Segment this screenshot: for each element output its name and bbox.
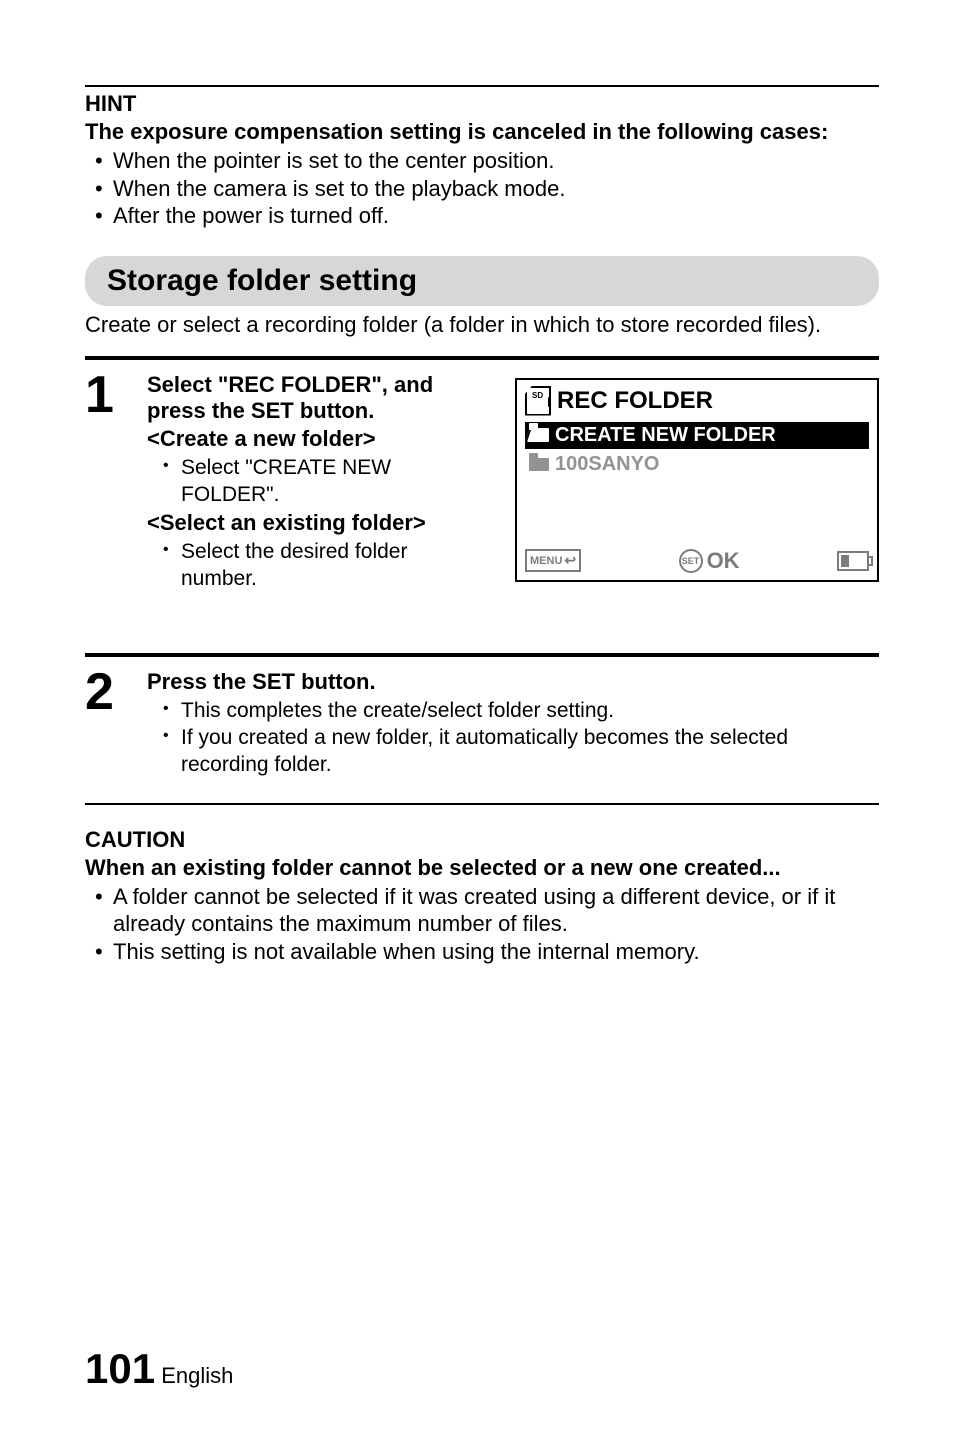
step-1-subhead-create: <Create a new folder> [147,426,487,452]
hint-label: HINT [85,91,879,117]
hint-bullet: When the camera is set to the playback m… [113,175,879,203]
step-2-bullet: If you created a new folder, it automati… [181,724,879,779]
step-2-bullets: This completes the create/select folder … [147,697,879,779]
section-heading-text: Storage folder setting [107,264,417,297]
step-2-instruction: Press the SET button. [147,669,879,695]
screen-bottom-bar: MENU↩ SET OK [525,548,869,574]
caution-title: When an existing folder cannot be select… [85,855,879,881]
hint-bullet: When the pointer is set to the center po… [113,147,879,175]
screen-selected-row: CREATE NEW FOLDER [525,422,869,449]
battery-icon [837,551,869,571]
hint-bullet: After the power is turned off. [113,202,879,230]
screen-title-row: REC FOLDER [517,380,877,420]
divider [85,85,879,87]
hint-bullets: When the pointer is set to the center po… [85,147,879,230]
divider [85,803,879,805]
page-number: 101 [85,1345,155,1392]
step-1-sub1-list: Select "CREATE NEW FOLDER". [147,454,487,509]
step-2-body: Press the SET button. This completes the… [147,669,879,779]
screen-selected-text: CREATE NEW FOLDER [555,424,776,447]
step-2-bullet: This completes the create/select folder … [181,697,879,724]
caution-bullet: This setting is not available when using… [113,938,879,966]
divider [85,356,879,360]
step-1: 1 Select "REC FOLDER", and press the SET… [85,372,879,593]
menu-return-icon: MENU↩ [525,549,581,572]
set-ok-group: SET OK [679,548,740,574]
sd-card-icon [525,386,551,416]
caution-bullets: A folder cannot be selected if it was cr… [85,883,879,966]
step-2: 2 Press the SET button. This completes t… [85,669,879,779]
caution-label: CAUTION [85,827,879,853]
hint-block: HINT The exposure compensation setting i… [85,91,879,230]
folder-open-icon [529,428,549,442]
divider [85,653,879,657]
step-number: 2 [85,669,119,716]
page: HINT The exposure compensation setting i… [0,0,954,1453]
caution-bullet: A folder cannot be selected if it was cr… [113,883,879,938]
folder-closed-icon [529,458,549,471]
section-heading: Storage folder setting [85,256,879,306]
menu-label: MENU [530,555,562,567]
screen-sub-text: 100SANYO [555,453,660,476]
page-footer: 101 English [85,1345,879,1393]
return-arrow-icon: ↩ [564,552,576,569]
step-1-body: Select "REC FOLDER", and press the SET b… [147,372,487,593]
ok-label: OK [707,548,740,574]
hint-title: The exposure compensation setting is can… [85,119,879,145]
step-1-sub1-bullet: Select "CREATE NEW FOLDER". [181,454,487,509]
step-1-sub2-list: Select the desired folder number. [147,538,487,593]
caution-block: CAUTION When an existing folder cannot b… [85,827,879,966]
step-1-subhead-select: <Select an existing folder> [147,510,487,536]
set-icon: SET [679,549,703,573]
step-1-instruction: Select "REC FOLDER", and press the SET b… [147,372,487,424]
page-language: English [161,1363,233,1388]
step-number: 1 [85,372,119,419]
screen-title: REC FOLDER [557,387,713,415]
screen-sub-row: 100SANYO [525,451,869,478]
step-1-sub2-bullet: Select the desired folder number. [181,538,487,593]
lcd-screen: REC FOLDER CREATE NEW FOLDER 100SANYO ME… [515,378,879,582]
section-lead: Create or select a recording folder (a f… [85,312,879,338]
